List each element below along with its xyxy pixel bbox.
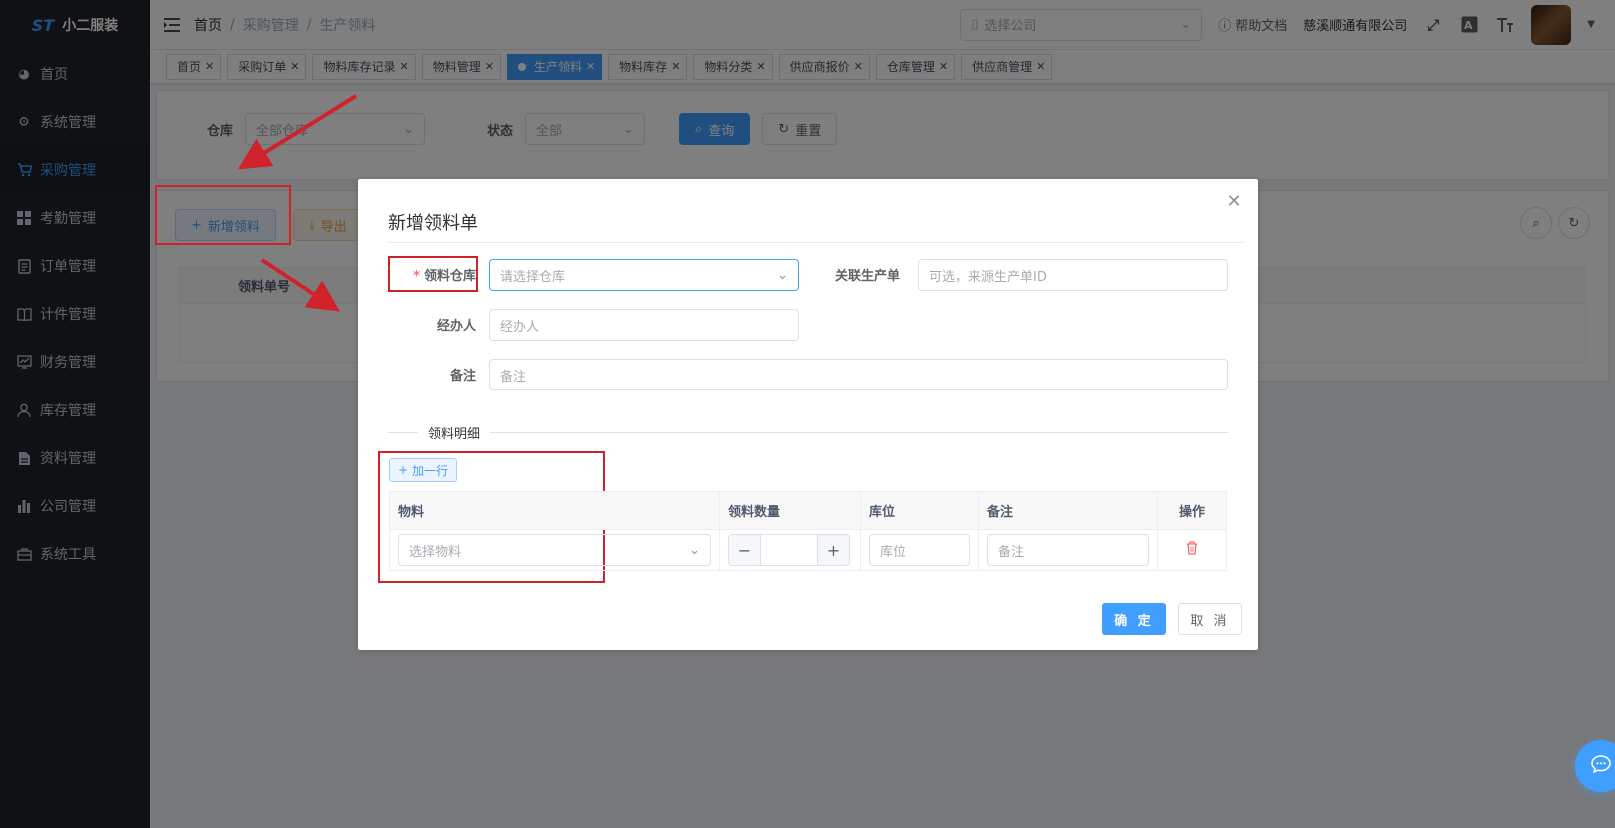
warehouse-select[interactable]: 请选择仓库 ⌄	[489, 259, 799, 291]
warehouse-field-label: * 领料仓库	[388, 265, 476, 284]
column-header-quantity: 领料数量	[720, 492, 861, 529]
production-order-label: 关联生产单	[834, 269, 900, 284]
add-row-button-label: 加一行	[412, 463, 449, 478]
table-row: 选择物料 ⌄ − + 库位 备注	[390, 530, 1226, 570]
increment-button[interactable]: +	[817, 535, 849, 565]
add-pick-dialog: 新增领料单 ✕ * 领料仓库 请选择仓库 ⌄ 关联生产单 可选，来源生产单ID 经…	[358, 179, 1258, 650]
column-header-actions: 操作	[1178, 505, 1205, 520]
quantity-input[interactable]	[761, 535, 817, 565]
required-asterisk: *	[413, 269, 420, 284]
location-placeholder: 库位	[880, 544, 907, 560]
warehouse-select-placeholder: 请选择仓库	[500, 269, 566, 285]
material-select-placeholder: 选择物料	[409, 544, 462, 560]
column-header-location: 库位	[861, 492, 979, 529]
production-order-input[interactable]: 可选，来源生产单ID	[918, 259, 1228, 291]
dialog-divider	[388, 242, 1244, 243]
production-order-placeholder: 可选，来源生产单ID	[929, 269, 1047, 285]
trash-icon[interactable]	[1186, 541, 1198, 559]
row-remark-cell: 备注	[979, 530, 1158, 570]
plus-icon: +	[398, 463, 409, 477]
material-select[interactable]: 选择物料 ⌄	[398, 534, 711, 566]
remark-textarea[interactable]: 备注	[489, 359, 1228, 390]
chat-icon	[1591, 755, 1611, 777]
column-header-remark: 备注	[979, 492, 1158, 529]
section-divider	[388, 432, 1228, 433]
row-remark-input[interactable]: 备注	[987, 534, 1149, 566]
actions-cell	[1158, 530, 1226, 570]
location-cell: 库位	[861, 530, 979, 570]
location-input[interactable]: 库位	[869, 534, 970, 566]
handler-placeholder: 经办人	[500, 319, 540, 335]
dialog-title: 新增领料单	[388, 213, 478, 234]
chevron-down-icon: ⌄	[689, 542, 700, 558]
quantity-stepper: − +	[728, 534, 850, 566]
handler-input[interactable]: 经办人	[489, 309, 799, 341]
row-remark-placeholder: 备注	[998, 544, 1025, 560]
handler-label: 经办人	[436, 319, 476, 334]
chevron-down-icon: ⌄	[777, 267, 788, 283]
pick-detail-table: 物料 领料数量 库位 备注 操作 选择物料 ⌄ − + 库位 备注	[389, 491, 1227, 571]
remark-label: 备注	[449, 369, 476, 384]
table-header: 物料 领料数量 库位 备注 操作	[390, 492, 1226, 530]
material-cell: 选择物料 ⌄	[390, 530, 720, 570]
decrement-button[interactable]: −	[729, 535, 761, 565]
confirm-button[interactable]: 确 定	[1102, 603, 1166, 635]
annotation-box-add-button	[155, 185, 291, 245]
column-header-material: 物料	[390, 492, 720, 529]
remark-placeholder: 备注	[500, 370, 527, 385]
warehouse-field-label-text: 领料仓库	[423, 269, 476, 284]
close-icon[interactable]: ✕	[1224, 191, 1244, 212]
cancel-button[interactable]: 取 消	[1178, 603, 1242, 635]
quantity-cell: − +	[720, 530, 861, 570]
section-title-pick-detail: 领料明细	[418, 423, 491, 442]
add-row-button[interactable]: + 加一行	[389, 458, 458, 482]
